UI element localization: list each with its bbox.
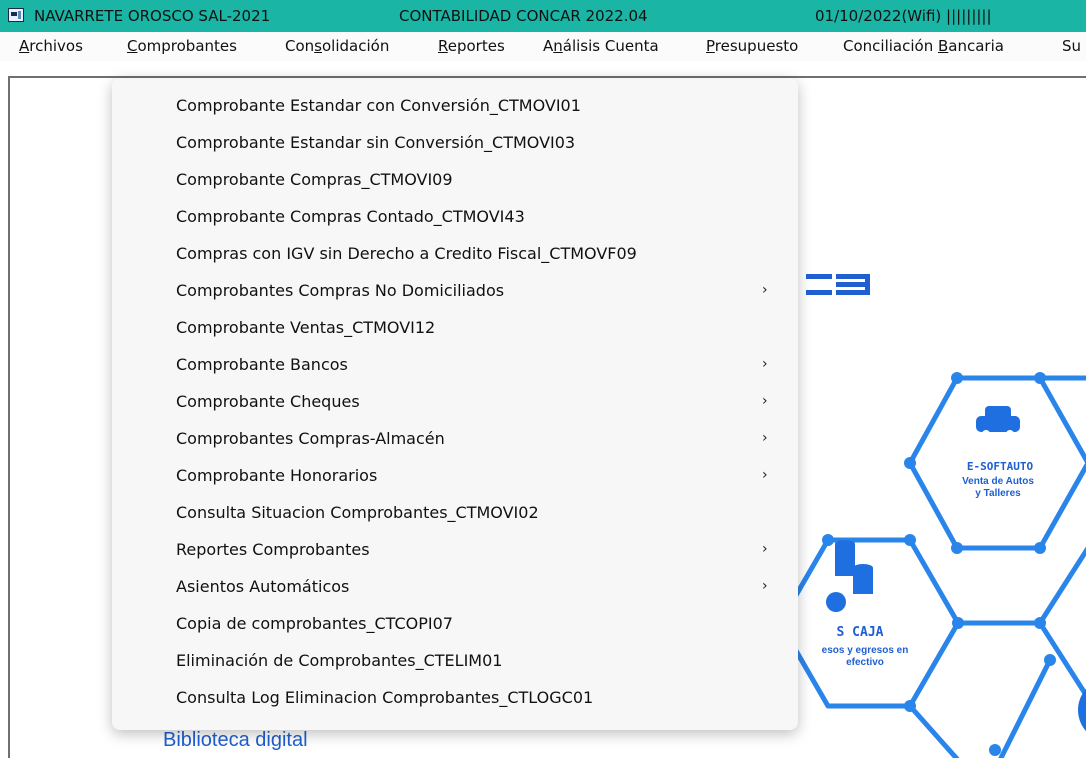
menu-bar: Archivos Comprobantes Consolidación Repo… [0,32,1086,61]
menu-item-cheques[interactable]: Comprobante Cheques › [112,383,798,420]
app-icon [8,8,24,22]
chevron-right-icon: › [762,430,768,446]
caja-sub1: esos y egresos en [822,645,909,656]
title-bar: NAVARRETE OROSCO SAL-2021 CONTABILIDAD C… [0,0,1086,32]
menu-item-honorarios[interactable]: Comprobante Honorarios › [112,457,798,494]
softauto-sub2: y Talleres [975,488,1021,499]
menu-item-bancos[interactable]: Comprobante Bancos › [112,346,798,383]
menu-analisis-cuenta[interactable]: Análisis Cuenta [543,32,659,61]
menu-item-ctmovi03[interactable]: Comprobante Estandar sin Conversión_CTMO… [112,124,798,161]
menu-item-ctlogc01[interactable]: Consulta Log Eliminacion Comprobantes_CT… [112,679,798,716]
chevron-right-icon: › [762,578,768,594]
caja-sub2: efectivo [846,657,884,668]
menu-item-ctmovi02[interactable]: Consulta Situacion Comprobantes_CTMOVI02 [112,494,798,531]
menu-presupuesto[interactable]: Presupuesto [706,32,798,61]
app-title: CONTABILIDAD CONCAR 2022.04 [399,7,648,25]
biblioteca-digital-link[interactable]: Biblioteca digital [163,729,308,752]
chevron-right-icon: › [762,356,768,372]
menu-item-asientos-automaticos[interactable]: Asientos Automáticos › [112,568,798,605]
chevron-right-icon: › [762,541,768,557]
menu-archivos[interactable]: Archivos [19,32,83,61]
menu-item-ctmovi43[interactable]: Comprobante Compras Contado_CTMOVI43 [112,198,798,235]
menu-consolidacion[interactable]: Consolidación [285,32,389,61]
comprobantes-dropdown: Comprobante Estandar con Conversión_CTMO… [112,78,798,730]
menu-item-ctcopi07[interactable]: Copia de comprobantes_CTCOPI07 [112,605,798,642]
menu-item-ctelim01[interactable]: Eliminación de Comprobantes_CTELIM01 [112,642,798,679]
menu-item-ctmovf09[interactable]: Compras con IGV sin Derecho a Credito Fi… [112,235,798,272]
company-title: NAVARRETE OROSCO SAL-2021 [34,7,271,25]
coins-icon [826,540,873,612]
menu-item-ctmovi01[interactable]: Comprobante Estandar con Conversión_CTMO… [112,87,798,124]
chevron-right-icon: › [762,282,768,298]
chevron-right-icon: › [762,467,768,483]
menu-item-reportes-comprobantes[interactable]: Reportes Comprobantes › [112,531,798,568]
menu-item-compras-almacen[interactable]: Comprobantes Compras-Almacén › [112,420,798,457]
menu-item-ctmovi12[interactable]: Comprobante Ventas_CTMOVI12 [112,309,798,346]
softauto-sub1: Venta de Autos [962,476,1034,487]
menu-conciliacion-bancaria[interactable]: Conciliación Bancaria [843,32,1004,61]
softauto-title: E-SOFTAUTO [967,460,1034,473]
car-icon [976,406,1020,438]
logo-fragment [806,274,870,295]
menu-item-ctmovi09[interactable]: Comprobante Compras_CTMOVI09 [112,161,798,198]
menu-item-no-domiciliados[interactable]: Comprobantes Compras No Domiciliados › [112,272,798,309]
status-text: 01/10/2022(Wifi) ||||||||| [815,7,992,25]
menu-comprobantes[interactable]: Comprobantes [127,32,237,61]
caja-title: S CAJA [837,625,884,640]
chevron-right-icon: › [762,393,768,409]
menu-reportes[interactable]: Reportes [438,32,505,61]
menu-su-truncated[interactable]: Su [1062,32,1081,61]
